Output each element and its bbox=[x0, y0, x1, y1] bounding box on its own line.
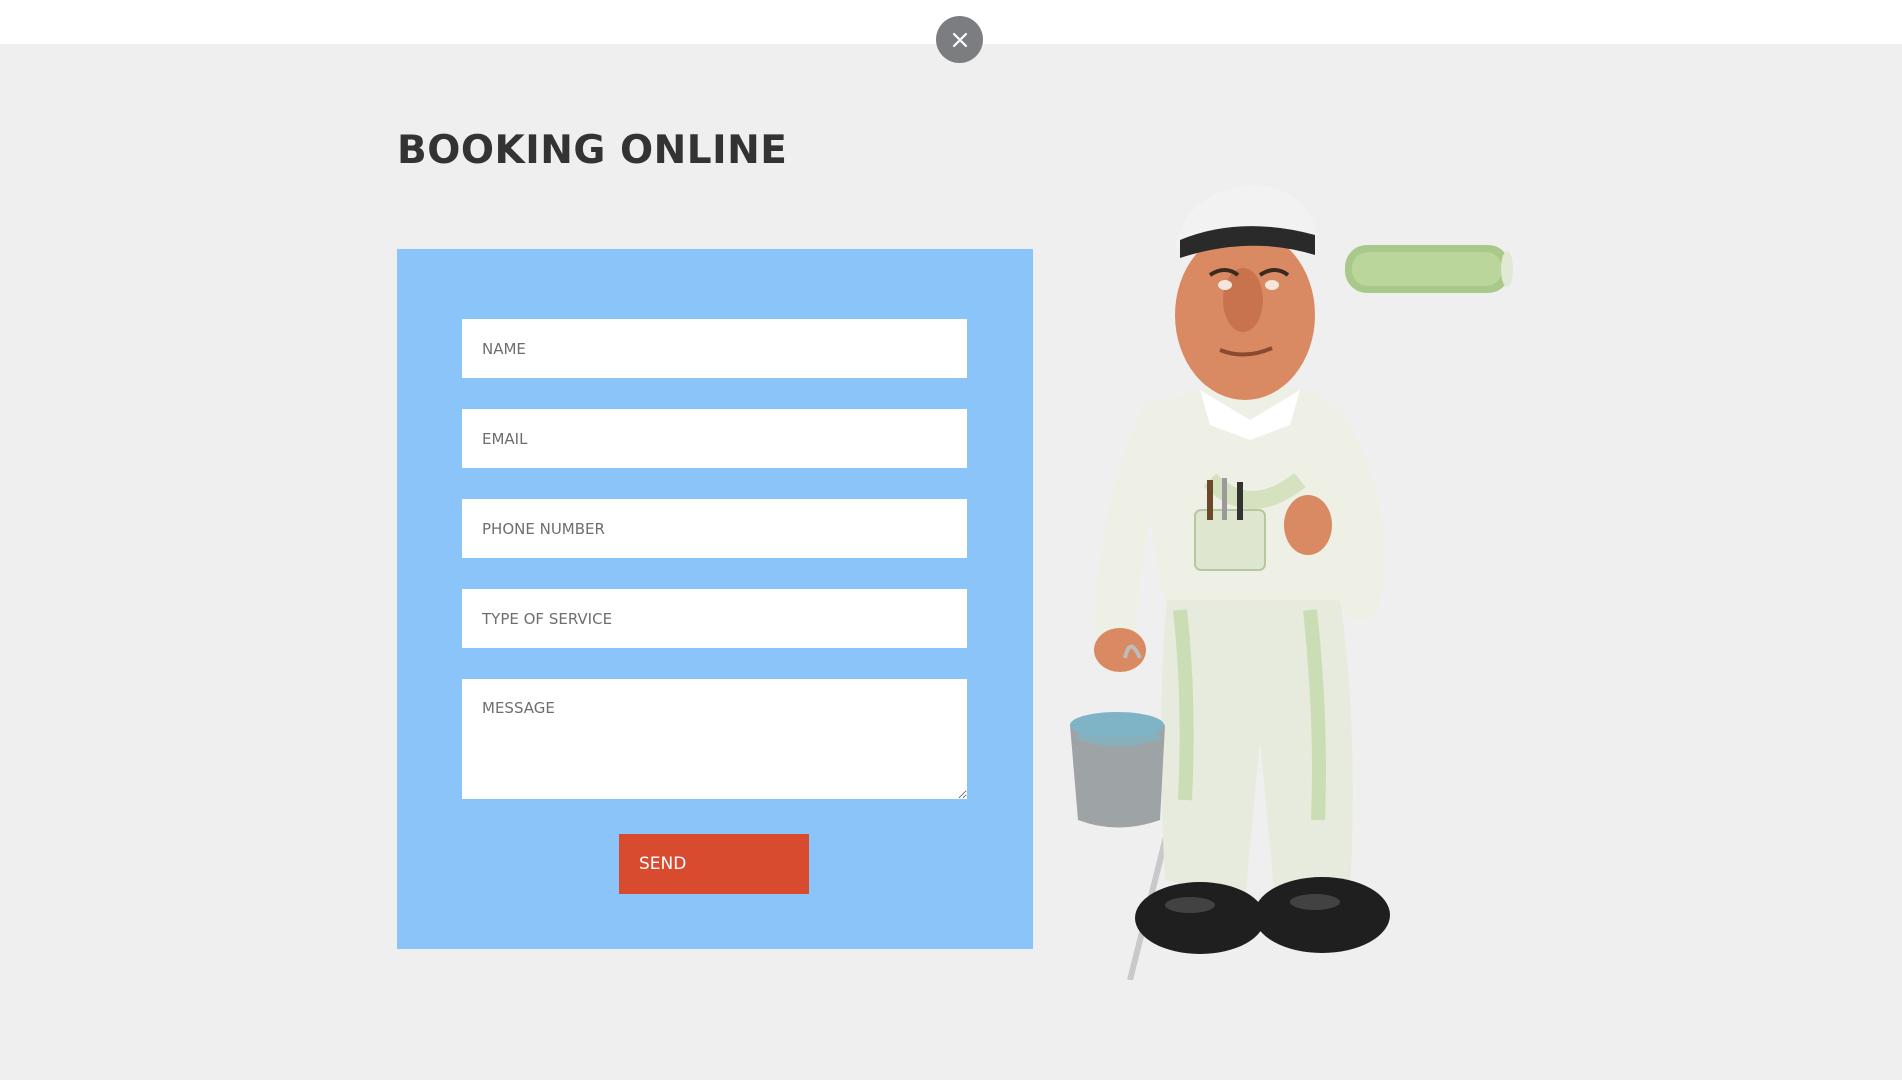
type-of-service-field[interactable] bbox=[462, 589, 967, 648]
close-icon bbox=[952, 32, 967, 47]
close-button[interactable] bbox=[936, 16, 983, 63]
message-field[interactable] bbox=[462, 679, 967, 799]
page-title: BOOKING ONLINE bbox=[397, 128, 788, 173]
send-button[interactable]: SEND bbox=[619, 834, 809, 894]
painter-figurine-image bbox=[1070, 185, 1513, 980]
booking-form: SEND bbox=[397, 249, 1033, 949]
name-field[interactable] bbox=[462, 319, 967, 378]
email-field[interactable] bbox=[462, 409, 967, 468]
phone-number-field[interactable] bbox=[462, 499, 967, 558]
